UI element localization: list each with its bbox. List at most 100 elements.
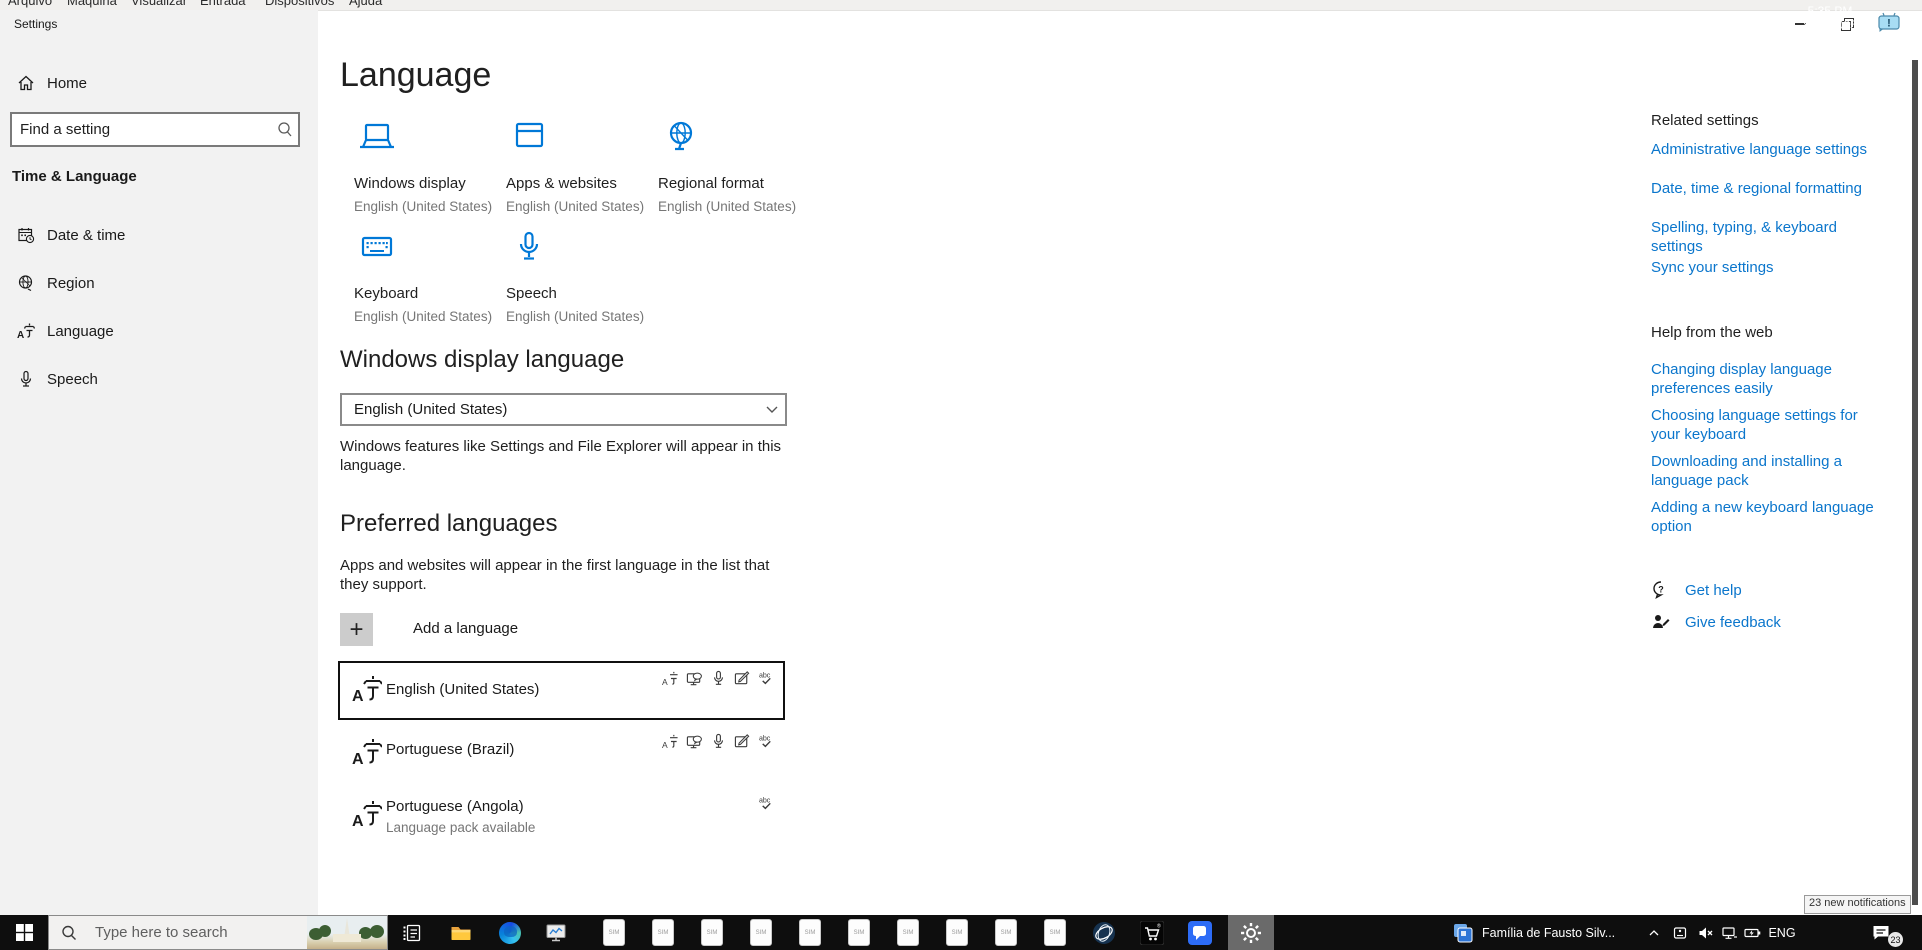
blue-flag-app-button[interactable] (1178, 915, 1222, 950)
sim-app-button[interactable]: SIM (643, 915, 683, 950)
sim-app-button[interactable]: SIM (790, 915, 830, 950)
task-view-button[interactable] (392, 915, 432, 950)
language-feature-icons: A abc (662, 670, 775, 687)
card-title: Apps & websites (506, 175, 617, 192)
link-spelling-typing-keyboard[interactable]: Spelling, typing, & keyboard settings (1651, 218, 1889, 256)
give-feedback-button[interactable]: Give feedback (1651, 612, 1781, 632)
display-language-selected-value: English (United States) (354, 401, 508, 418)
language-icon: A (17, 323, 35, 340)
svg-text:A: A (662, 677, 668, 687)
vm-menu-arquivo[interactable]: Arquivo (8, 0, 52, 8)
start-button[interactable] (0, 915, 48, 950)
language-row-portuguese-angola[interactable]: A Portuguese (Angola) Language pack avai… (340, 788, 783, 843)
taskbar-clock[interactable]: 5:35 PM 8/28/2025 (1800, 0, 1860, 35)
store-cart-app-button[interactable]: ® (1130, 915, 1174, 950)
link-adding-keyboard-language[interactable]: Adding a new keyboard language option (1651, 498, 1886, 536)
link-downloading-language-pack[interactable]: Downloading and installing a language pa… (1651, 452, 1886, 490)
sidebar-item-region[interactable]: Region (0, 264, 318, 302)
sim-app-button[interactable]: SIM (839, 915, 879, 950)
link-choosing-language-settings[interactable]: Choosing language settings for your keyb… (1651, 406, 1886, 444)
link-changing-display-language[interactable]: Changing display language preferences ea… (1651, 360, 1886, 398)
sim-app-button[interactable]: SIM (594, 915, 634, 950)
sidebar-item-home[interactable]: Home (0, 64, 318, 102)
keyboard-icon (361, 236, 393, 257)
svg-text:abc: abc (759, 797, 771, 805)
sim-app-button[interactable]: SIM (741, 915, 781, 950)
language-row-english-us[interactable]: A English (United States) A abc (338, 661, 785, 720)
vm-menu-dispositivos[interactable]: Dispositivos (265, 0, 334, 8)
windows-logo-icon (15, 924, 33, 941)
svg-text:abc: abc (759, 735, 771, 743)
taskbar-search-input[interactable] (85, 923, 307, 942)
page-title: Language (340, 56, 492, 94)
language-glyph-icon: A (352, 801, 382, 830)
vm-menu-visualizar[interactable]: Visualizar (131, 0, 187, 8)
tray-volume-button[interactable] (1693, 915, 1717, 950)
input-language-label: ENG (1768, 925, 1796, 940)
card-keyboard[interactable]: Keyboard English (United States) (354, 230, 504, 324)
tray-app-button[interactable]: Família de Fausto Silv... (1452, 915, 1632, 950)
text-to-speech-icon (686, 735, 702, 749)
give-feedback-label: Give feedback (1685, 613, 1781, 631)
link-sync-your-settings[interactable]: Sync your settings (1651, 258, 1889, 277)
vm-menu-entrada[interactable]: Entrada (200, 0, 246, 8)
vm-menu-ajuda[interactable]: Ajuda (349, 0, 382, 8)
sidebar-item-language[interactable]: A Language (0, 312, 318, 350)
language-name: Portuguese (Brazil) (386, 741, 515, 758)
card-speech[interactable]: Speech English (United States) (506, 230, 656, 324)
sim-icon: SIM (897, 919, 919, 946)
tray-expand-button[interactable] (1642, 915, 1666, 950)
card-windows-display[interactable]: Windows display English (United States) (354, 120, 504, 214)
blue-flag-icon (1188, 920, 1212, 945)
find-a-setting-input[interactable] (12, 121, 272, 138)
basic-typing-icon: abc (759, 797, 771, 810)
language-feature-icons: abc (758, 795, 775, 812)
sim-app-button[interactable]: SIM (888, 915, 928, 950)
card-title: Speech (506, 285, 557, 302)
card-title: Windows display (354, 175, 466, 192)
sim-icon: SIM (750, 919, 772, 946)
sim-app-button[interactable]: SIM (1035, 915, 1075, 950)
tray-vm-button[interactable] (1668, 915, 1692, 950)
language-row-portuguese-brazil[interactable]: A Portuguese (Brazil) A abc (340, 726, 783, 781)
file-explorer-button[interactable] (441, 915, 481, 950)
sim-app-button[interactable]: SIM (937, 915, 977, 950)
sim-app-button[interactable]: SIM (986, 915, 1026, 950)
tray-language-indicator[interactable]: ENG (1766, 915, 1798, 950)
sim-app-button[interactable]: SIM (692, 915, 732, 950)
basic-typing-icon: abc (759, 735, 771, 748)
network-icon (1721, 926, 1737, 939)
edge-browser-button[interactable] (490, 915, 530, 950)
display-language-heading: Windows display language (340, 346, 625, 373)
windows-display-icon (360, 123, 394, 149)
sidebar-section-label: Time & Language (12, 168, 137, 185)
sidebar-item-date-time[interactable]: Date & time (0, 216, 318, 254)
language-pack-status: Language pack available (386, 820, 536, 835)
settings-app-button[interactable] (1228, 915, 1274, 950)
chevron-down-icon (766, 406, 778, 413)
related-settings-heading: Related settings (1651, 112, 1759, 129)
display-language-description: Windows features like Settings and File … (340, 438, 782, 474)
add-language-button[interactable]: + (340, 613, 373, 646)
vbox-notification-button[interactable]: ! (1876, 12, 1902, 36)
tray-battery-button[interactable] (1740, 915, 1766, 950)
card-regional-format[interactable]: Regional format English (United States) (658, 120, 808, 214)
get-help-button[interactable]: ? Get help (1651, 580, 1742, 600)
display-language-select[interactable]: English (United States) (340, 393, 787, 426)
sidebar-date-time-label: Date & time (47, 226, 126, 244)
sim-icon: SIM (1044, 919, 1066, 946)
card-apps-websites[interactable]: Apps & websites English (United States) (506, 120, 656, 214)
speech-recognition-icon (713, 670, 724, 685)
clock-date: 8/28/2025 (1803, 17, 1857, 32)
sidebar-item-speech[interactable]: Speech (0, 360, 318, 398)
vm-menu-maquina[interactable]: Máquina (67, 0, 117, 8)
system-monitor-button[interactable] (536, 915, 576, 950)
globe-app-button[interactable] (1082, 915, 1126, 950)
tray-network-button[interactable] (1716, 915, 1742, 950)
speech-mic-icon (20, 370, 32, 387)
display-language-icon: A (662, 671, 678, 687)
search-highlight-image[interactable] (307, 916, 387, 949)
scrollbar-thumb[interactable] (1912, 60, 1918, 905)
link-administrative-language-settings[interactable]: Administrative language settings (1651, 140, 1889, 159)
link-date-time-regional-formatting[interactable]: Date, time & regional formatting (1651, 179, 1889, 198)
